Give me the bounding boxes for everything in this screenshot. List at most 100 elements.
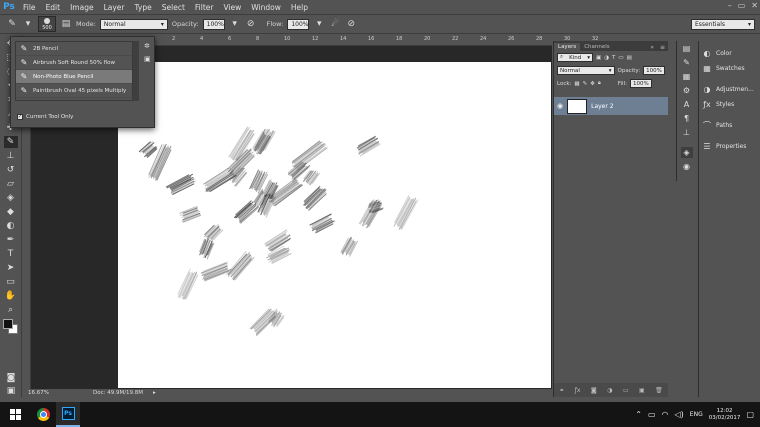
lock-image-icon[interactable]: ✎ (583, 81, 588, 87)
brush-tool-preset-icon[interactable]: ✎ (6, 18, 18, 30)
layer-item[interactable]: ◉ Layer 2 (554, 97, 668, 115)
menu-help[interactable]: Help (286, 3, 313, 12)
battery-icon[interactable]: ▭ (648, 410, 656, 419)
preset-scrollbar[interactable] (133, 41, 139, 101)
airbrush-icon[interactable]: ☄ (329, 18, 341, 30)
filter-pixel-icon[interactable]: ▣ (596, 55, 601, 61)
chevron-down-icon[interactable]: ▾ (313, 18, 325, 30)
shape-tool-icon[interactable]: ▭ (4, 276, 18, 288)
preset-item-selected[interactable]: ✎ Non-Photo Blue Pencil (16, 70, 132, 84)
taskbar-photoshop[interactable]: Ps (56, 402, 80, 427)
panel-styles[interactable]: ƒx Styles (699, 97, 760, 112)
adjustment-layer-icon[interactable]: ◑ (607, 387, 612, 394)
preset-item[interactable]: ✎ Paintbrush Oval 45 pixels Multiply (16, 84, 132, 98)
workspace-select[interactable]: Essentials ▾ (691, 19, 755, 30)
restore-button[interactable]: ▭ (738, 1, 746, 10)
fill-input[interactable]: 100% (629, 79, 652, 88)
dodge-tool-icon[interactable]: ◐ (4, 220, 18, 232)
chevron-down-icon[interactable]: ▾ (229, 18, 241, 30)
tab-channels[interactable]: Channels (580, 43, 613, 51)
pen-tool-icon[interactable]: ✒ (4, 234, 18, 246)
minimize-button[interactable]: – (728, 1, 732, 10)
brush-tool-icon[interactable]: ✎ (3, 136, 18, 148)
paint-bucket-tool-icon[interactable]: ◈ (4, 192, 18, 204)
blend-mode-select[interactable]: Normal ▾ (557, 66, 615, 75)
channels-icon[interactable]: ◉ (681, 161, 693, 172)
document-canvas[interactable] (118, 62, 551, 388)
filter-adjustment-icon[interactable]: ◑ (604, 55, 609, 61)
flow-input[interactable]: 100% (287, 18, 310, 30)
panel-adjustments[interactable]: ◑ Adjustmen... (699, 82, 760, 97)
notifications-icon[interactable]: ▢ (746, 410, 754, 419)
foreground-color-swatch[interactable] (3, 319, 13, 329)
add-mask-icon[interactable]: ◙ (591, 387, 597, 394)
panel-paths[interactable]: ⌒ Paths (699, 118, 760, 133)
layer-opacity-input[interactable]: 100% (643, 66, 665, 75)
chevron-up-icon[interactable]: ⌃ (635, 410, 642, 419)
start-button[interactable] (0, 402, 30, 427)
taskbar-chrome[interactable] (31, 402, 55, 427)
history-brush-tool-icon[interactable]: ↺ (4, 164, 18, 176)
wifi-icon[interactable]: ◠ (662, 410, 669, 419)
quick-mask-icon[interactable]: ◙ (4, 372, 18, 384)
lock-all-icon[interactable]: 🔒︎ (598, 80, 601, 87)
clock[interactable]: 12:02 03/02/2017 (709, 408, 741, 422)
preset-item[interactable]: ✎ 2B Pencil (16, 42, 132, 56)
trash-icon[interactable]: 🗑︎ (655, 387, 663, 394)
type-tool-icon[interactable]: T (4, 248, 18, 260)
menu-file[interactable]: File (18, 3, 41, 12)
menu-view[interactable]: View (218, 3, 246, 12)
lock-transparent-icon[interactable]: ▦ (574, 81, 579, 87)
menu-image[interactable]: Image (65, 3, 99, 12)
filter-shape-icon[interactable]: ▭ (618, 55, 623, 61)
eye-icon[interactable]: ◉ (557, 102, 563, 110)
clone-stamp-tool-icon[interactable]: ⊥ (4, 150, 18, 162)
current-tool-only-option[interactable]: ✓ Current Tool Only (17, 114, 73, 120)
menu-type[interactable]: Type (130, 3, 157, 12)
panel-properties[interactable]: ☰ Properties (699, 139, 760, 154)
filter-smart-object-icon[interactable]: ▤ (627, 55, 632, 61)
clone-source-icon[interactable]: ⊥ (681, 127, 693, 138)
menu-window[interactable]: Window (246, 3, 286, 12)
language-indicator[interactable]: ENG (690, 411, 703, 418)
brush-settings-icon[interactable]: ✎ (681, 57, 693, 68)
pressure-size-icon[interactable]: ⊘ (345, 18, 357, 30)
layers-icon[interactable]: ◈ (680, 147, 693, 158)
zoom-tool-icon[interactable]: ⌕ (4, 304, 18, 316)
lock-position-icon[interactable]: ✥ (590, 81, 595, 87)
preset-item[interactable]: ✎ Airbrush Soft Round 50% flow (16, 56, 132, 70)
tab-layers[interactable]: Layers (554, 43, 581, 51)
menu-layer[interactable]: Layer (99, 3, 130, 12)
screen-mode-icon[interactable]: ▣ (4, 385, 18, 397)
panel-swatches[interactable]: ▦ Swatches (699, 61, 760, 76)
close-button[interactable]: ✕ (751, 1, 758, 10)
link-layers-icon[interactable]: ⚭ (559, 387, 564, 394)
layer-name[interactable]: Layer 2 (591, 103, 613, 110)
panel-collapse-icon[interactable]: » (647, 44, 657, 51)
layer-filter-select[interactable]: ⌕ Kind ▾ (557, 53, 593, 62)
brush-presets-icon[interactable]: ▦ (681, 71, 693, 82)
opacity-input[interactable]: 100% (202, 18, 225, 30)
paragraph-icon[interactable]: ¶ (681, 113, 693, 124)
menu-select[interactable]: Select (157, 3, 190, 12)
new-preset-icon[interactable]: ▣ (144, 55, 151, 63)
menu-edit[interactable]: Edit (41, 3, 66, 12)
gear-icon[interactable]: ✲ (144, 42, 150, 50)
hand-tool-icon[interactable]: ✋ (4, 290, 18, 302)
pressure-opacity-icon[interactable]: ⊘ (245, 18, 257, 30)
document-size[interactable]: Doc: 49.9M/19.8M (93, 390, 143, 396)
blur-tool-icon[interactable]: ◆ (4, 206, 18, 218)
chevron-right-icon[interactable]: ▸ (153, 390, 156, 396)
tool-presets-icon[interactable]: ⚙ (681, 85, 693, 96)
character-icon[interactable]: A (681, 99, 693, 110)
history-icon[interactable]: ▤ (681, 43, 693, 54)
new-layer-icon[interactable]: ▣ (639, 387, 645, 394)
path-selection-tool-icon[interactable]: ➤ (4, 262, 18, 274)
zoom-level[interactable]: 16.67% (28, 390, 49, 396)
mode-select[interactable]: Normal ▾ (99, 18, 168, 30)
panel-menu-icon[interactable]: ≡ (657, 44, 668, 51)
filter-type-icon[interactable]: T (612, 55, 615, 61)
brush-panel-toggle-icon[interactable]: ▤ (60, 18, 72, 30)
eraser-tool-icon[interactable]: ▱ (4, 178, 18, 190)
chevron-down-icon[interactable]: ▾ (22, 18, 34, 30)
